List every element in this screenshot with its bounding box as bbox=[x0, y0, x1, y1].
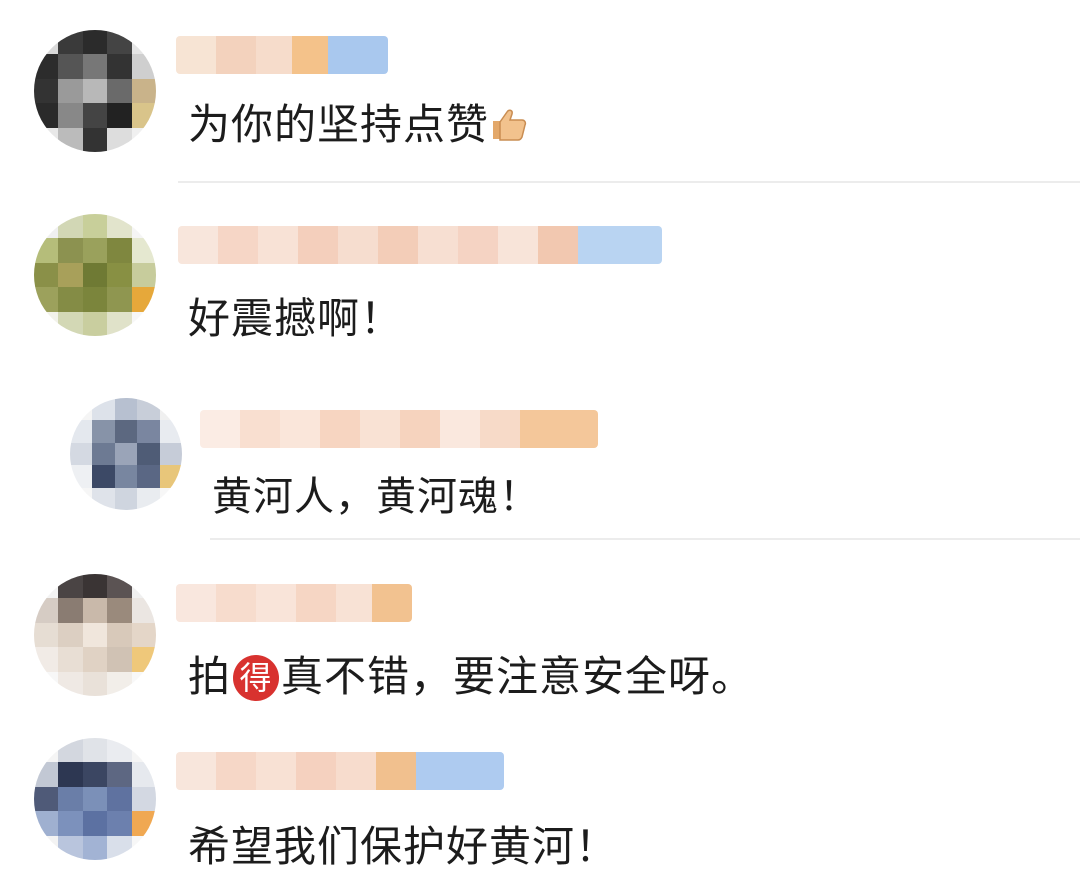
username-blurred[interactable] bbox=[178, 226, 662, 264]
username-blurred[interactable] bbox=[176, 36, 388, 74]
comment-reply-item: 黄河人，黄河魂！ bbox=[0, 380, 1080, 540]
username-blurred[interactable] bbox=[176, 752, 504, 790]
comment-text: 为你的坚持点赞 bbox=[188, 100, 529, 150]
comment-item: 为你的坚持点赞 bbox=[0, 0, 1080, 183]
comment-item: 好震撼啊！ bbox=[0, 182, 1080, 372]
comment-item: 拍得真不错，要注意安全呀。 bbox=[0, 560, 1080, 720]
divider bbox=[210, 538, 1080, 540]
avatar[interactable] bbox=[34, 214, 156, 336]
avatar[interactable] bbox=[70, 398, 182, 510]
comment-text: 好震撼啊！ bbox=[188, 294, 404, 343]
comment-text: 黄河人，黄河魂！ bbox=[212, 474, 540, 520]
avatar[interactable] bbox=[34, 738, 156, 860]
comment-text: 拍得真不错，要注意安全呀。 bbox=[188, 652, 755, 701]
comment-text: 希望我们保护好黄河！ bbox=[188, 822, 619, 871]
thumbs-up-icon bbox=[489, 102, 529, 141]
avatar[interactable] bbox=[34, 574, 156, 696]
username-blurred[interactable] bbox=[200, 410, 598, 448]
comment-item: 希望我们保护好黄河！ bbox=[0, 720, 1080, 887]
de-badge-icon: 得 bbox=[233, 655, 280, 701]
avatar[interactable] bbox=[34, 30, 156, 152]
username-blurred[interactable] bbox=[176, 584, 412, 622]
